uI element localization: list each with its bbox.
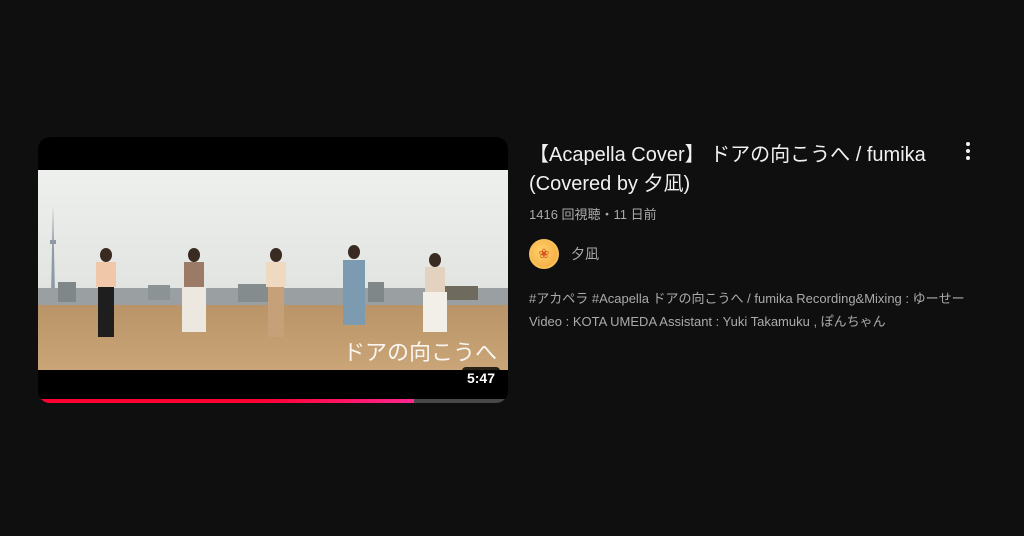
channel-avatar-icon[interactable]: ❀ [529,239,559,269]
channel-name[interactable]: 夕凪 [571,244,599,264]
thumbnail-image: ドアの向こうへ [38,170,508,370]
video-description: #アカペラ #Acapella ドアの向こうへ / fumika Recordi… [529,291,965,329]
video-thumbnail[interactable]: ドアの向こうへ 5:47 [38,137,508,403]
video-title[interactable]: 【Acapella Cover】 ドアの向こうへ / fumika (Cover… [529,141,959,199]
video-stats: 1416 回視聴・11 日前 [529,207,657,222]
video-result[interactable]: ドアの向こうへ 5:47 【Acapella Cover】 ドアの向こうへ / … [38,137,998,403]
duration-badge: 5:47 [461,367,500,389]
svg-text:ドアの向こうへ: ドアの向こうへ [343,341,497,366]
more-vert-icon[interactable] [956,139,980,163]
channel-row[interactable]: ❀ 夕凪 [529,239,959,269]
video-meta: 【Acapella Cover】 ドアの向こうへ / fumika (Cover… [529,137,965,333]
watch-progress-fill [38,399,414,403]
watch-progress-bar [38,399,508,403]
